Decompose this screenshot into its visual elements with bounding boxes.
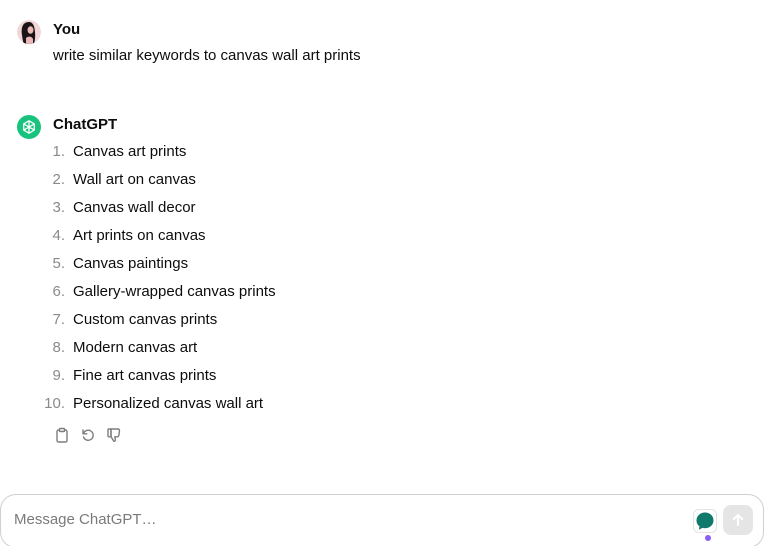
clipboard-icon: [56, 427, 68, 443]
list-item-number: 4.: [52, 227, 65, 244]
list-item-number: 2.: [52, 171, 65, 188]
list-item-text: Canvas paintings: [73, 255, 189, 272]
thumbs-down-icon: [107, 428, 121, 442]
message-input[interactable]: [14, 511, 574, 528]
list-item-text: Gallery-wrapped canvas prints: [73, 283, 276, 300]
status-indicator: [705, 535, 711, 541]
assistant-author-name: ChatGPT: [53, 116, 118, 133]
list-item-text: Modern canvas art: [73, 339, 198, 356]
list-item-number: 1.: [52, 143, 65, 160]
message-composer: [0, 494, 764, 546]
list-item-text: Personalized canvas wall art: [73, 395, 264, 412]
user-author-name: You: [53, 21, 81, 38]
user-avatar: [17, 20, 41, 44]
copy-button[interactable]: [52, 425, 72, 445]
list-item-number: 10.: [44, 395, 65, 412]
list-item-text: Custom canvas prints: [73, 311, 218, 328]
extension-button[interactable]: [693, 509, 717, 537]
list-item-number: 5.: [52, 255, 65, 272]
user-message-text: write similar keywords to canvas wall ar…: [53, 47, 361, 64]
send-button[interactable]: [723, 505, 753, 535]
list-item-text: Canvas art prints: [73, 143, 187, 160]
regenerate-button[interactable]: [78, 425, 98, 445]
list-item-text: Art prints on canvas: [73, 227, 206, 244]
chat-bubble-icon: [693, 509, 717, 533]
list-item-text: Wall art on canvas: [73, 171, 196, 188]
list-item-number: 9.: [52, 367, 65, 384]
message-actions: [52, 425, 124, 445]
list-item-number: 8.: [52, 339, 65, 356]
list-item-number: 6.: [52, 283, 65, 300]
chat-page: You write similar keywords to canvas wal…: [0, 0, 767, 546]
chatgpt-logo-icon: [17, 115, 41, 139]
thumbs-down-button[interactable]: [104, 425, 124, 445]
regenerate-icon: [82, 429, 94, 441]
list-item-number: 7.: [52, 311, 65, 328]
list-item-text: Canvas wall decor: [73, 199, 196, 216]
arrow-up-icon: [732, 514, 744, 526]
list-item-text: Fine art canvas prints: [73, 367, 217, 384]
list-item-number: 3.: [52, 199, 65, 216]
